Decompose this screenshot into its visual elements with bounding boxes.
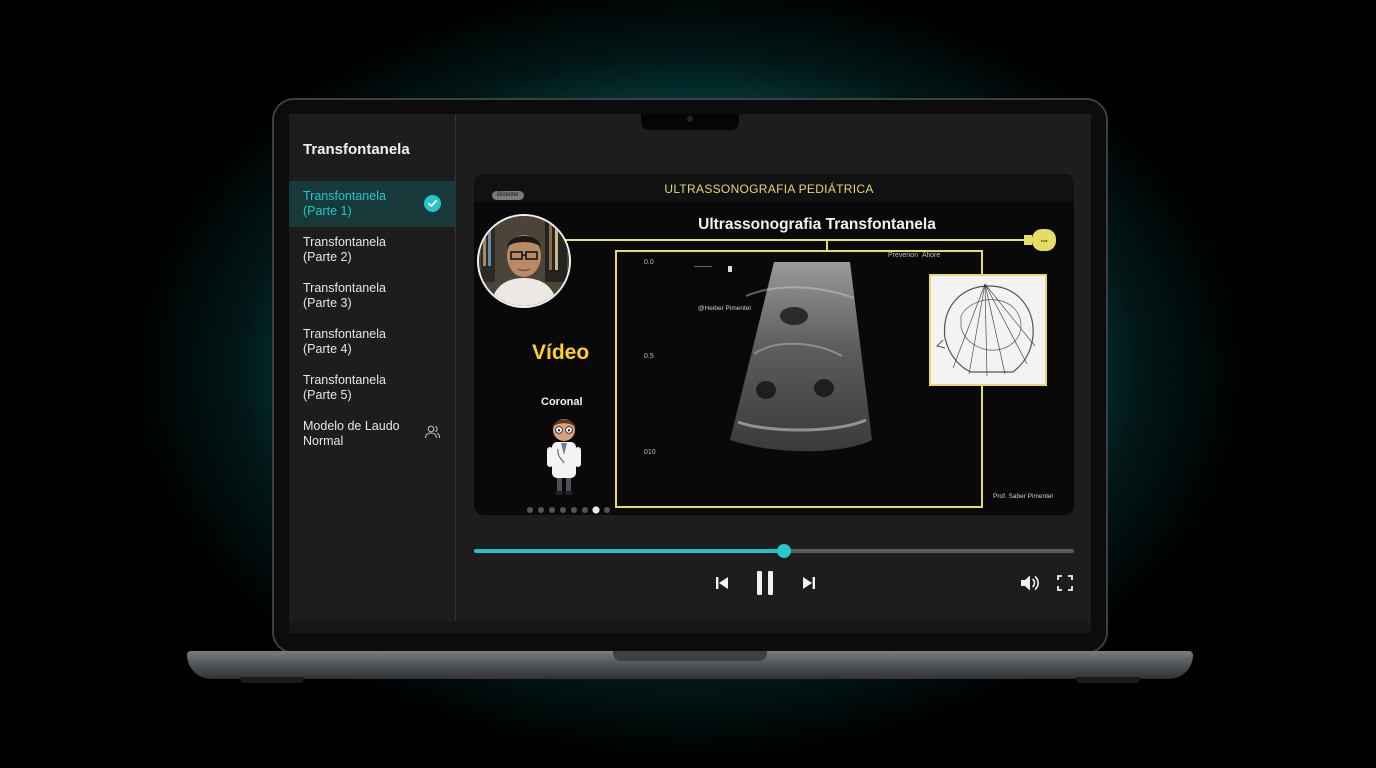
- laptop-foot-right: [1076, 677, 1140, 683]
- doctor-avatar-icon: [547, 419, 581, 495]
- fullscreen-icon: [1057, 575, 1073, 591]
- lesson-item-modelo-de-laudo[interactable]: Modelo de Laudo Normal: [289, 411, 455, 457]
- skip-back-icon: [716, 577, 728, 589]
- skip-forward-button[interactable]: [799, 572, 819, 594]
- app-screen: Transfontanela Transfontanela (Parte 1) …: [289, 114, 1091, 621]
- head-diagram: [929, 274, 1047, 386]
- scan-label-2: Afiore: [922, 252, 941, 259]
- check-circle-icon: [424, 195, 441, 212]
- lesson-label: Transfontanela (Parte 2): [303, 235, 386, 264]
- volume-icon: [1021, 575, 1039, 591]
- lesson-label: Transfontanela (Parte 5): [303, 373, 386, 402]
- camera-icon: [687, 116, 693, 122]
- lesson-item-parte-1[interactable]: Transfontanela (Parte 1): [289, 181, 455, 227]
- scan-label-1: Prevenon: [888, 252, 918, 259]
- skip-back-button[interactable]: [712, 572, 732, 594]
- progress-handle[interactable]: [777, 544, 792, 558]
- scale-mark-bottom: 010: [644, 449, 656, 456]
- svg-text:ꟷ: ꟷ: [1041, 237, 1048, 246]
- lesson-item-parte-3[interactable]: Transfontanela (Parte 3): [289, 273, 455, 319]
- progress-bar[interactable]: [474, 544, 1074, 558]
- camera-notch: [641, 114, 739, 130]
- skip-forward-icon: [803, 577, 815, 589]
- scale-mark-top: 0.0: [644, 259, 654, 266]
- video-side-label: Vídeo: [532, 341, 590, 364]
- ultrasound-watermark: @Heiber Pimentel: [698, 305, 751, 312]
- lesson-item-parte-5[interactable]: Transfontanela (Parte 5): [289, 365, 455, 411]
- sidebar-title: Transfontanela: [303, 141, 410, 158]
- volume-button[interactable]: [1019, 572, 1041, 594]
- progress-fill: [474, 549, 785, 553]
- video-header: ULTRASSONOGRAFIA PEDIÁTRICA: [664, 182, 874, 196]
- video-frame[interactable]: ULTRASSONOGRAFIA PEDIÁTRICA Bildetter Ul…: [474, 174, 1074, 515]
- people-icon: [424, 424, 441, 440]
- lesson-label: Transfontanela (Parte 1): [303, 189, 386, 218]
- video-credit: Prof. Saber Pimentel: [993, 493, 1053, 500]
- laptop-foot-left: [240, 677, 304, 683]
- lesson-sidebar: Transfontanela Transfontanela (Parte 1) …: [289, 114, 456, 621]
- ultrasound-image: [694, 262, 872, 452]
- scale-mark-mid: 0.5: [644, 353, 654, 360]
- fullscreen-button[interactable]: [1054, 572, 1076, 594]
- pause-icon: [757, 571, 773, 595]
- lesson-item-parte-2[interactable]: Transfontanela (Parte 2): [289, 227, 455, 273]
- video-tag: Bildetter: [492, 191, 525, 200]
- lesson-item-parte-4[interactable]: Transfontanela (Parte 4): [289, 319, 455, 365]
- presenter-webcam: [477, 214, 571, 308]
- slide-dots: [527, 506, 610, 514]
- laptop-chin: [289, 621, 1091, 633]
- view-label: Coronal: [541, 396, 583, 408]
- pause-button[interactable]: [751, 569, 779, 597]
- lesson-label: Modelo de Laudo Normal: [303, 419, 400, 448]
- laptop-base-groove: [613, 651, 767, 661]
- lesson-label: Transfontanela (Parte 4): [303, 327, 386, 356]
- lesson-label: Transfontanela (Parte 3): [303, 281, 386, 310]
